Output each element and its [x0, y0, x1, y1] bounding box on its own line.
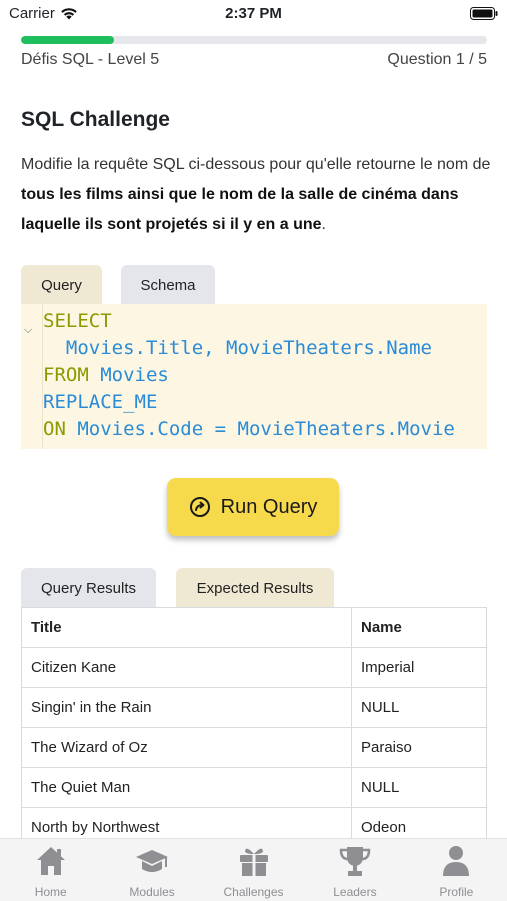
- code-keyword: ON: [43, 418, 66, 440]
- table-row: The Quiet Man NULL: [21, 767, 487, 808]
- cell-name: Paraiso: [351, 727, 487, 768]
- tab-leaders-label: Leaders: [333, 885, 377, 899]
- run-arrow-icon: [189, 497, 210, 517]
- question-counter: Question 1 / 5: [387, 51, 487, 68]
- tab-modules[interactable]: Modules: [101, 839, 202, 901]
- tab-home-label: Home: [34, 885, 67, 899]
- tab-challenges-label: Challenges: [223, 885, 284, 899]
- code-identifier: MovieTheaters.Movie: [237, 418, 455, 440]
- tab-challenges[interactable]: Challenges: [203, 839, 304, 901]
- table-header-row: Title Name: [21, 607, 487, 648]
- column-header-name: Name: [351, 607, 487, 648]
- code-line-5: ON Movies.Code = MovieTheaters.Movie: [43, 416, 455, 443]
- cell-title: The Quiet Man: [21, 767, 352, 808]
- tab-leaders[interactable]: Leaders: [304, 839, 405, 901]
- code-identifier: Movies: [88, 364, 169, 386]
- tab-query-results[interactable]: Query Results: [21, 568, 156, 608]
- trophy-icon: [339, 847, 371, 876]
- results-table: Title Name Citizen Kane Imperial Singin'…: [21, 607, 487, 848]
- code-line-3: FROM Movies: [43, 362, 169, 389]
- status-time: 2:37 PM: [225, 5, 282, 22]
- code-placeholder: REPLACE_ME: [43, 391, 158, 413]
- code-keyword: SELECT: [43, 310, 112, 332]
- table-row: The Wizard of Oz Paraiso: [21, 727, 487, 768]
- cell-name: Imperial: [351, 647, 487, 688]
- status-bar: Carrier 2:37 PM: [0, 0, 507, 28]
- progress-bar: [21, 36, 487, 44]
- code-identifier: MovieTheaters.Name: [226, 337, 432, 359]
- cell-name: NULL: [351, 767, 487, 808]
- challenge-description: Modifie la requête SQL ci-dessous pour q…: [21, 150, 491, 240]
- table-row: Citizen Kane Imperial: [21, 647, 487, 688]
- battery-icon: [470, 7, 498, 24]
- tab-home[interactable]: Home: [0, 839, 101, 901]
- tab-query[interactable]: Query: [21, 265, 102, 305]
- code-identifier: Movies.Code: [65, 418, 204, 440]
- gift-icon: [239, 848, 268, 876]
- column-header-title: Title: [21, 607, 352, 648]
- level-label: Défis SQL - Level 5: [21, 51, 160, 68]
- progress-fill: [21, 36, 115, 44]
- fold-chevron-icon[interactable]: ⌵: [24, 316, 32, 343]
- tab-schema[interactable]: Schema: [121, 265, 215, 305]
- challenge-title: SQL Challenge: [21, 108, 170, 131]
- description-end: .: [321, 216, 326, 233]
- run-query-button[interactable]: Run Query: [167, 478, 339, 536]
- cell-title: The Wizard of Oz: [21, 727, 352, 768]
- sql-editor[interactable]: ⌵ SELECT Movies.Title, MovieTheaters.Nam…: [21, 304, 487, 449]
- table-row: Singin' in the Rain NULL: [21, 687, 487, 728]
- graduation-cap-icon: [136, 850, 169, 872]
- tab-modules-label: Modules: [129, 885, 175, 899]
- tab-profile[interactable]: Profile: [406, 839, 507, 901]
- cell-title: Citizen Kane: [21, 647, 352, 688]
- description-emphasis: tous les films ainsi que le nom de la sa…: [21, 186, 459, 233]
- code-line-2: Movies.Title, MovieTheaters.Name: [43, 335, 432, 362]
- code-line-1: SELECT: [43, 308, 112, 335]
- tab-expected-results[interactable]: Expected Results: [176, 568, 334, 608]
- code-keyword: FROM: [43, 364, 89, 386]
- bottom-tab-bar: Home Modules Challenges Leaders Profile: [0, 838, 507, 901]
- run-query-label: Run Query: [220, 495, 318, 518]
- code-identifier: Movies.Title: [43, 337, 204, 359]
- code-punctuation: ,: [203, 337, 227, 359]
- code-operator: =: [203, 418, 238, 440]
- description-text: Modifie la requête SQL ci-dessous pour q…: [21, 156, 491, 173]
- home-icon: [36, 847, 65, 875]
- user-icon: [443, 846, 470, 876]
- cell-title: Singin' in the Rain: [21, 687, 352, 728]
- cell-name: NULL: [351, 687, 487, 728]
- code-line-4: REPLACE_ME: [43, 389, 157, 416]
- tab-profile-label: Profile: [439, 885, 474, 899]
